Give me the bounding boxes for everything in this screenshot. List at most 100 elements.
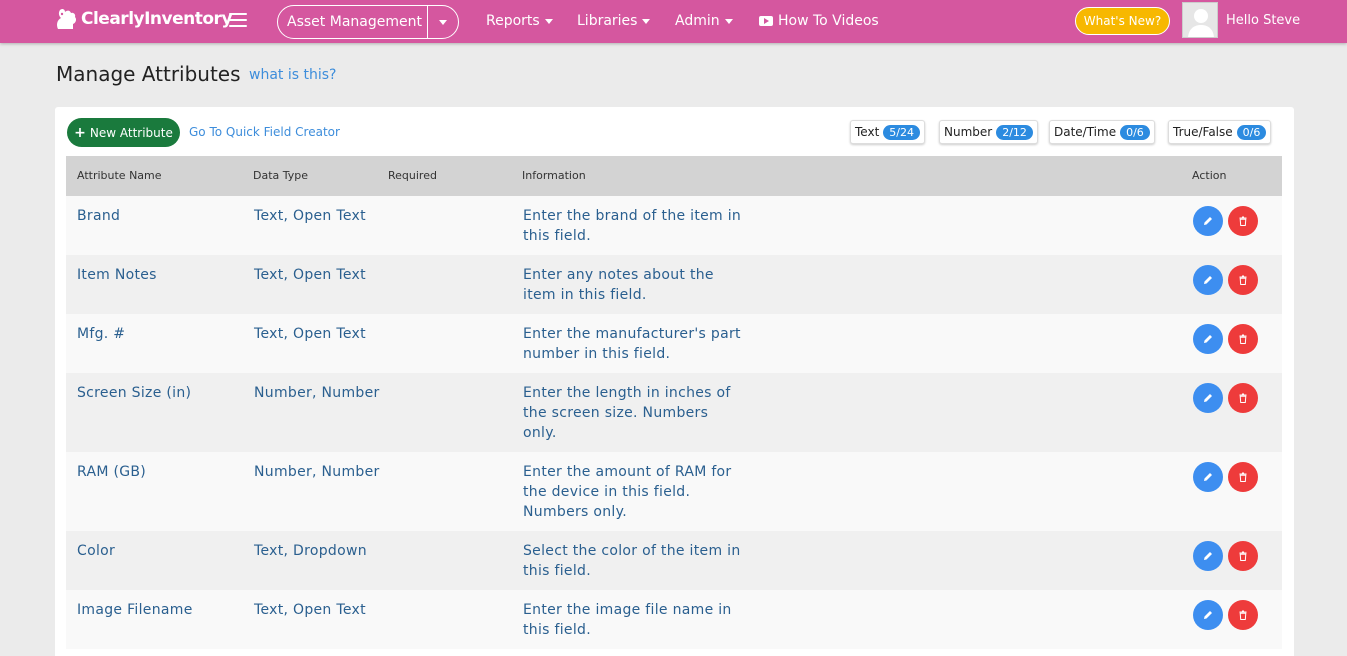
user-greeting[interactable]: Hello Steve [1226,13,1300,28]
delete-button[interactable] [1228,600,1258,630]
table-row: Color Text, Dropdown Select the color of… [66,531,1282,590]
attribute-name[interactable]: Mfg. # [77,324,247,344]
column-header-action: Action [1192,169,1227,182]
logo-text: ClearlyInventory [81,9,233,29]
logo[interactable]: ClearlyInventory [52,3,233,35]
plus-icon: + [74,124,86,141]
pencil-icon [1204,394,1212,402]
table-row: Mfg. # Text, Open Text Enter the manufac… [66,314,1282,373]
pencil-icon [1204,473,1212,481]
asset-dropdown-toggle[interactable] [428,19,458,25]
nav-admin-label: Admin [675,13,720,29]
trash-icon [1239,334,1247,344]
column-header-data-type[interactable]: Data Type [253,169,308,182]
information: Enter the amount of RAM for the device i… [523,464,732,520]
data-type: Text, Open Text [254,208,366,224]
chevron-down-icon [642,18,651,24]
data-type: Number, Number [254,385,380,401]
edit-button[interactable] [1193,206,1223,236]
nav-reports[interactable]: Reports [486,13,553,29]
trash-icon [1239,551,1247,561]
column-header-required[interactable]: Required [388,169,437,182]
trash-icon [1239,472,1247,482]
nav-how-to-videos[interactable]: How To Videos [759,13,879,29]
what-is-this-link[interactable]: what is this? [249,67,336,83]
information: Enter the length in inches of the screen… [523,385,731,441]
table-row: Item Notes Text, Open Text Enter any not… [66,255,1282,314]
attribute-name[interactable]: Brand [77,206,247,226]
nav-admin[interactable]: Admin [675,13,733,29]
squirrel-logo-icon [57,8,77,29]
data-type: Text, Open Text [254,326,366,342]
trash-icon [1239,216,1247,226]
counter-badge: 0/6 [1120,124,1150,140]
table-row: Image Filename Text, Open Text Enter the… [66,590,1282,649]
counter-text: Text 5/24 [850,120,925,144]
counter-label: Text [855,125,880,139]
youtube-icon [759,16,773,26]
counter-badge: 0/6 [1236,124,1267,140]
trash-icon [1239,610,1247,620]
attribute-name[interactable]: RAM (GB) [77,462,247,482]
nav-videos-label: How To Videos [778,13,879,29]
data-type: Text, Open Text [254,267,366,283]
counter-badge: 2/12 [996,124,1033,140]
edit-button[interactable] [1193,265,1223,295]
attribute-name[interactable]: Image Filename [77,600,247,620]
information: Enter any notes about the item in this f… [523,267,714,303]
pencil-icon [1204,276,1212,284]
edit-button[interactable] [1193,541,1223,571]
delete-button[interactable] [1228,383,1258,413]
user-avatar-icon [1188,9,1214,37]
trash-icon [1239,393,1247,403]
information: Enter the manufacturer's part number in … [523,326,741,362]
attributes-panel: + New Attribute Go To Quick Field Creato… [55,107,1294,656]
nav-libraries[interactable]: Libraries [577,13,651,29]
counter-datetime: Date/Time 0/6 [1049,120,1155,144]
counter-truefalse: True/False 0/6 [1168,120,1272,144]
information: Enter the image file name in this field. [523,602,732,638]
counter-label: Number [944,125,993,139]
delete-button[interactable] [1228,324,1258,354]
table-header: Attribute Name Data Type Required Inform… [66,156,1282,196]
chevron-down-icon [439,19,447,25]
edit-button[interactable] [1193,324,1223,354]
table-row: RAM (GB) Number, Number Enter the amount… [66,452,1282,531]
page-title: Manage Attributes [56,62,241,86]
column-header-information[interactable]: Information [522,169,586,182]
edit-button[interactable] [1193,383,1223,413]
attribute-name[interactable]: Color [77,541,247,561]
quick-field-creator-link[interactable]: Go To Quick Field Creator [189,125,340,139]
attribute-name[interactable]: Item Notes [77,265,247,285]
delete-button[interactable] [1228,265,1258,295]
whats-new-button[interactable]: What's New? [1075,7,1170,35]
nav-reports-label: Reports [486,13,540,29]
trash-icon [1239,275,1247,285]
top-navbar: ClearlyInventory Asset Management Report… [0,0,1347,43]
new-attribute-button[interactable]: + New Attribute [67,118,180,147]
pencil-icon [1204,552,1212,560]
counter-label: True/False [1173,125,1233,139]
counter-label: Date/Time [1054,125,1117,139]
data-type: Text, Dropdown [254,543,367,559]
data-type: Number, Number [254,464,380,480]
edit-button[interactable] [1193,600,1223,630]
nav-libraries-label: Libraries [577,13,638,29]
pencil-icon [1204,335,1212,343]
avatar[interactable] [1182,2,1218,38]
table-row: Brand Text, Open Text Enter the brand of… [66,196,1282,255]
delete-button[interactable] [1228,206,1258,236]
hamburger-menu-icon[interactable] [229,13,247,27]
pencil-icon [1204,217,1212,225]
asset-management-button[interactable]: Asset Management [277,5,459,39]
delete-button[interactable] [1228,541,1258,571]
chevron-down-icon [724,18,733,24]
attribute-name[interactable]: Screen Size (in) [77,383,247,403]
delete-button[interactable] [1228,462,1258,492]
new-attribute-label: New Attribute [89,125,173,140]
column-header-attribute-name[interactable]: Attribute Name [77,169,162,182]
edit-button[interactable] [1193,462,1223,492]
asset-management-label[interactable]: Asset Management [278,6,428,38]
information: Select the color of the item in this fie… [523,543,741,579]
chevron-down-icon [544,18,553,24]
